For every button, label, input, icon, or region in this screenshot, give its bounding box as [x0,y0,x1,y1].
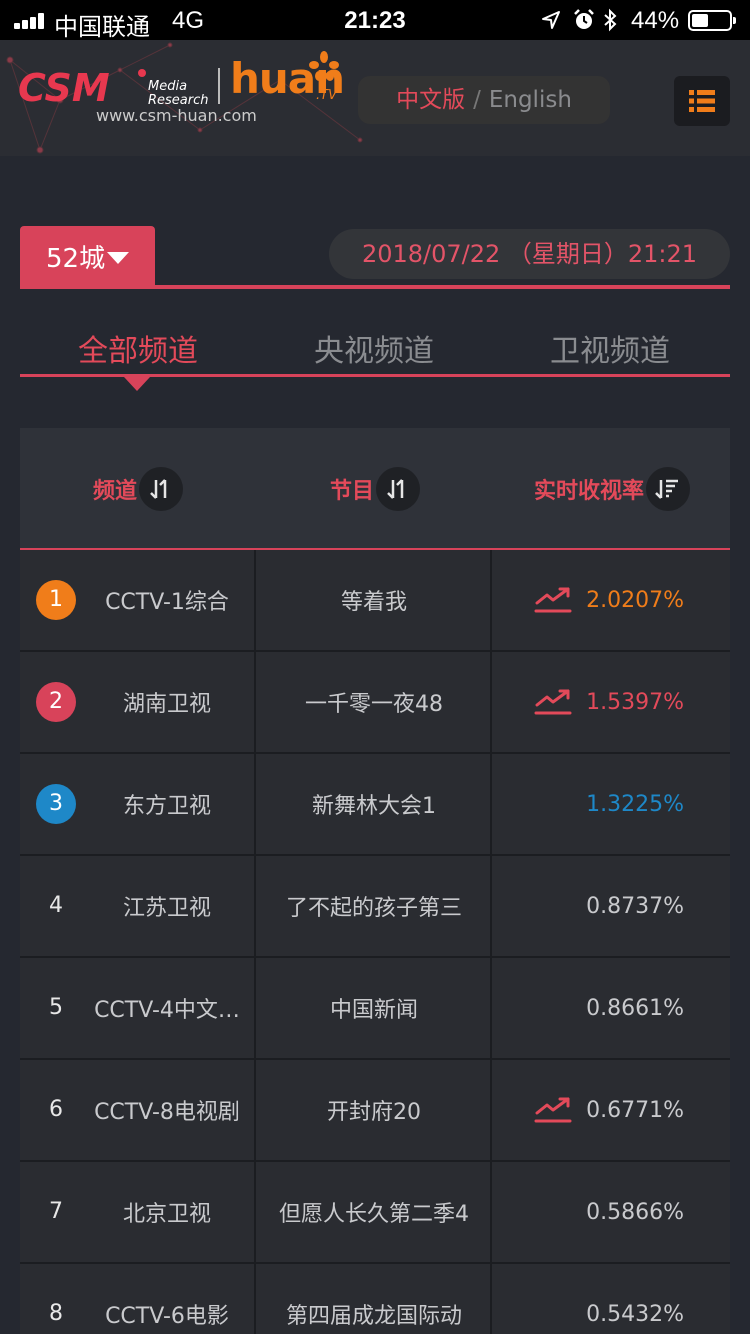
city-underline [20,285,730,289]
rank-badge: 2 [36,682,76,722]
program-name: 了不起的孩子第三 [258,856,492,956]
lang-separator: / [473,87,481,113]
channel-cell: 7 北京卫视 [20,1162,256,1262]
channel-cell: 6 CCTV-8电视剧 [20,1060,256,1160]
city-label: 52城 [46,244,106,274]
caret-down-icon [107,251,130,264]
location-arrow-icon [542,11,560,29]
channel-tabs: 全部频道 央视频道 卫视频道 [20,326,730,376]
channel-name: 东方卫视 [122,794,211,819]
table-row[interactable]: 3 东方卫视 新舞林大会1 1.3225% [20,754,730,856]
rank-badge: 1 [36,580,76,620]
channel-name: 北京卫视 [122,1202,211,1227]
rating-value: 0.6771% [586,1097,684,1123]
table-header: 频道 节目 实时收视率 [20,428,730,550]
city-dropdown[interactable]: 52城 [20,226,155,286]
program-name: 新舞林大会1 [258,754,492,854]
rank-badge: 7 [49,1199,63,1224]
lang-chinese-option[interactable]: 中文版 [396,87,465,113]
csm-logo: CSM [18,67,146,107]
rating-cell: 1.5397% [494,652,730,752]
table-row[interactable]: 7 北京卫视 但愿人长久第二季4 0.5866% [20,1162,730,1264]
table-body: 1 CCTV-1综合 等着我 2.0207% 2 湖南卫视 一千零一夜48 1.5397% 3 东… [20,550,730,1334]
active-tab-pointer [124,377,150,391]
rank-badge: 8 [49,1301,63,1326]
rating-value: 0.5866% [586,1199,684,1225]
logo-divider [218,68,220,104]
tab-cctv-channels[interactable]: 央视频道 [256,326,492,370]
channel-cell: 3 东方卫视 [20,754,256,854]
app-header: CSM Media Research huan .TV www.csm-huan… [0,40,750,156]
table-row[interactable]: 5 CCTV-4中文… 中国新闻 0.8661% [20,958,730,1060]
channel-name: CCTV-6电影 [105,1304,229,1329]
tab-all-channels[interactable]: 全部频道 [20,326,256,370]
site-url: www.csm-huan.com [96,106,257,125]
battery-level-fill [692,14,708,27]
program-name: 开封府20 [258,1060,492,1160]
channel-name: 江苏卫视 [122,896,211,921]
rank-badge: 4 [49,893,63,918]
battery-icon [688,10,736,31]
program-name: 等着我 [258,550,492,650]
program-name: 但愿人长久第二季4 [258,1162,492,1262]
sort-both-icon[interactable] [376,467,420,511]
datetime-display: 2018/07/22 （星期日）21:21 [329,229,730,279]
program-name: 中国新闻 [258,958,492,1058]
alarm-clock-icon [574,9,594,29]
channel-cell: 1 CCTV-1综合 [20,550,256,650]
menu-button[interactable] [674,76,730,126]
table-row[interactable]: 8 CCTV-6电影 第四届成龙国际动 0.5432% [20,1264,730,1334]
program-name: 一千零一夜48 [258,652,492,752]
channel-name: CCTV-1综合 [105,590,229,615]
header-program[interactable]: 节目 [258,428,492,550]
trend-up-icon [534,1097,572,1123]
rank-badge: 6 [49,1097,63,1122]
channel-name: CCTV-8电视剧 [94,1100,240,1125]
channel-cell: 8 CCTV-6电影 [20,1264,256,1334]
table-row[interactable]: 4 江苏卫视 了不起的孩子第三 0.8737% [20,856,730,958]
channel-cell: 4 江苏卫视 [20,856,256,956]
list-menu-icon [689,90,715,112]
ratings-table: 频道 节目 实时收视率 1 CCTV-1综合 等着我 2.0207% 2 湖南卫视 一千零一… [20,428,730,1334]
header-channel[interactable]: 频道 [20,428,256,550]
rank-badge: 5 [49,995,63,1020]
rating-cell: 0.8737% [494,856,730,956]
sort-both-icon[interactable] [139,467,183,511]
table-row[interactable]: 6 CCTV-8电视剧 开封府20 0.6771% [20,1060,730,1162]
sort-descending-icon[interactable] [646,467,690,511]
trend-up-icon [534,587,572,613]
huan-flower-icon [309,51,339,81]
battery-percentage: 44% [631,7,680,34]
csm-subtitle: Media Research [148,79,209,108]
rating-value: 1.3225% [586,791,684,817]
rating-value: 1.5397% [586,689,684,715]
trend-up-icon [534,689,572,715]
channel-name: CCTV-4中文… [94,998,240,1023]
language-switch: 中文版 / English [358,76,610,124]
rating-value: 0.8737% [586,893,684,919]
program-name: 第四届成龙国际动 [258,1264,492,1334]
rating-cell: 0.6771% [494,1060,730,1160]
rating-value: 0.8661% [586,995,684,1021]
rating-cell: 0.5432% [494,1264,730,1334]
lang-english-option[interactable]: English [489,87,572,113]
status-bar: 中国联通 4G 21:23 44% [0,0,750,41]
channel-cell: 5 CCTV-4中文… [20,958,256,1058]
bluetooth-icon [604,8,617,32]
rating-cell: 2.0207% [494,550,730,650]
svg-text:CSM: CSM [18,67,110,107]
huan-tv-suffix: .TV [316,88,337,103]
rating-value: 2.0207% [586,587,684,613]
channel-cell: 2 湖南卫视 [20,652,256,752]
rating-cell: 0.8661% [494,958,730,1058]
rating-cell: 0.5866% [494,1162,730,1262]
table-row[interactable]: 1 CCTV-1综合 等着我 2.0207% [20,550,730,652]
rating-cell: 1.3225% [494,754,730,854]
tab-satellite-channels[interactable]: 卫视频道 [492,326,728,370]
rating-value: 0.5432% [586,1301,684,1327]
channel-name: 湖南卫视 [122,692,211,717]
header-rating[interactable]: 实时收视率 [494,428,730,550]
rank-badge: 3 [36,784,76,824]
table-row[interactable]: 2 湖南卫视 一千零一夜48 1.5397% [20,652,730,754]
